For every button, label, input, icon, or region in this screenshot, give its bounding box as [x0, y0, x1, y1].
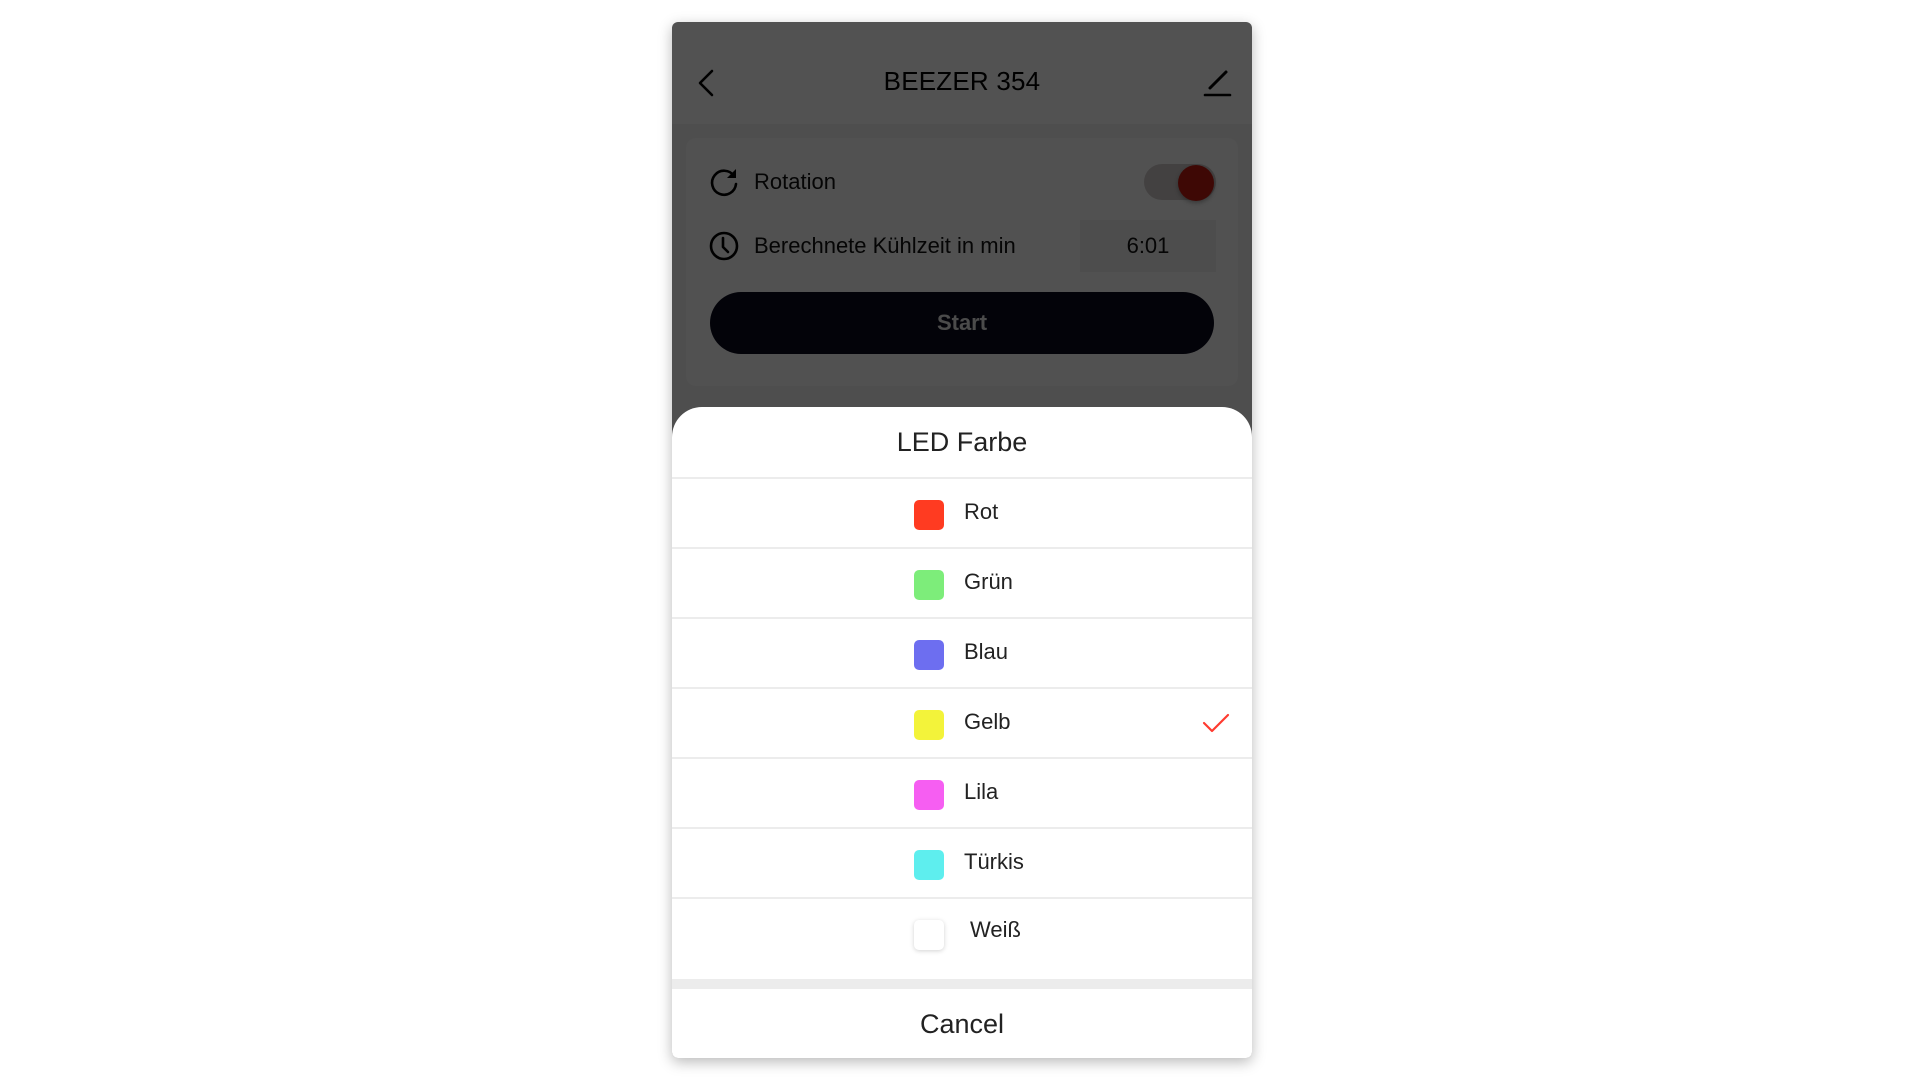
option-label: Lila — [964, 779, 999, 804]
option-tuerkis[interactable]: Türkis — [672, 829, 1252, 899]
action-sheet-title: LED Farbe — [672, 407, 1252, 479]
option-rot[interactable]: Rot — [672, 479, 1252, 549]
color-swatch-gruen — [914, 570, 944, 600]
option-blau[interactable]: Blau — [672, 619, 1252, 689]
cancel-button[interactable]: Cancel — [672, 989, 1252, 1058]
color-swatch-rot — [914, 500, 944, 530]
color-swatch-tuerkis — [914, 850, 944, 880]
option-label: Weiß — [970, 917, 1021, 942]
option-gelb[interactable]: Gelb — [672, 689, 1252, 759]
option-lila[interactable]: Lila — [672, 759, 1252, 829]
color-swatch-lila — [914, 780, 944, 810]
cancel-separator — [672, 981, 1252, 989]
option-gruen[interactable]: Grün — [672, 549, 1252, 619]
color-swatch-weiss — [914, 920, 944, 950]
checkmark-icon — [1202, 713, 1230, 733]
option-weiss[interactable]: Weiß — [672, 899, 1252, 981]
phone-screen: BEEZER 354 Rotation — [672, 22, 1252, 1058]
option-label: Grün — [964, 569, 1013, 594]
led-color-action-sheet: LED Farbe Rot Grün Blau Gelb Lila Türkis — [672, 407, 1252, 1058]
option-label: Rot — [964, 499, 999, 524]
option-label: Gelb — [964, 709, 1011, 734]
option-label: Blau — [964, 639, 1009, 664]
color-swatch-blau — [914, 640, 944, 670]
option-label: Türkis — [964, 849, 1024, 874]
color-swatch-gelb — [914, 710, 944, 740]
